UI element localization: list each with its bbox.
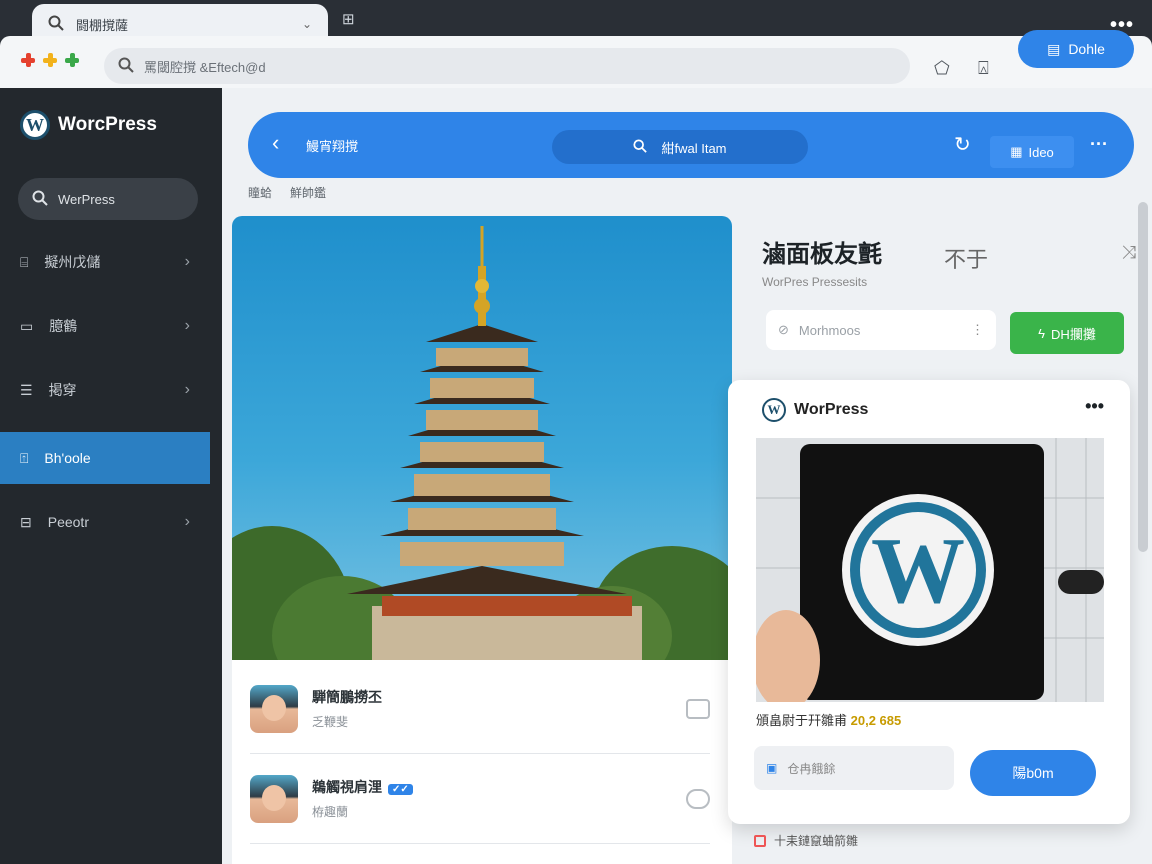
product-card: W WorPress ••• W 頒畠尉于幵雛甫 20,2 685 ▣ 仓冉餓餘… (728, 380, 1130, 824)
user-icon: ▤ (1047, 40, 1061, 57)
wordpress-icon: W (762, 398, 786, 422)
card-input[interactable]: ▣ 仓冉餓餘 (754, 746, 954, 790)
card-primary-button[interactable]: 陽b0m (970, 750, 1096, 796)
list-item[interactable]: 騨簡鵬撈丕 乏鞭斐 (250, 664, 710, 754)
verified-badge: ✓✓ (388, 784, 413, 795)
post-meta: 乏鞭斐 (312, 715, 349, 729)
breadcrumb-item[interactable]: 鮮帥鑑 (290, 184, 326, 201)
kebab-menu-icon[interactable]: ⋮ (971, 322, 984, 338)
close-window-icon[interactable] (20, 52, 36, 68)
top-action-bar: ‹ 鰻宵翔撹 紺fwal Itam ↻ ▦ Ideo ··· (248, 112, 1134, 178)
panel-subtitle: WorPres Pressesits (762, 275, 868, 289)
panel-side-label: 不于 (944, 247, 989, 272)
panel-input[interactable]: ⊘ Morhmoos ⋮ (766, 310, 996, 350)
checkbox[interactable] (754, 834, 766, 847)
vertical-scrollbar[interactable] (1138, 202, 1148, 552)
list-icon: ☰ (20, 381, 33, 398)
more-icon[interactable]: ··· (1090, 134, 1108, 155)
wordpress-icon: W (20, 110, 50, 140)
footnote: 十耒鏈竄蛐箭雛 (754, 832, 858, 849)
heart-icon[interactable] (686, 788, 710, 809)
window-controls (20, 52, 80, 68)
address-bar[interactable]: 罵閾腔撹 &Eftech@d (104, 48, 910, 84)
svg-text:W: W (871, 519, 965, 623)
search-icon (633, 138, 648, 156)
plugin-icon: ⊟ (20, 513, 32, 530)
list-item[interactable]: 鵜觸視肩浬 ✓✓ 栫趣蘭 (250, 754, 710, 844)
chevron-right-icon: › (184, 253, 190, 270)
browser-toolbar: 罵閾腔撹 &Eftech@d ⬠ ⍓ (0, 36, 1152, 94)
search-icon (32, 190, 48, 209)
more-icon[interactable]: ••• (1085, 396, 1104, 417)
post-author: 鵜觸視肩浬 ✓✓ (312, 777, 413, 797)
avatar (250, 774, 298, 823)
main-content: ‹ 鰻宵翔撹 紺fwal Itam ↻ ▦ Ideo ··· 瞳蛤 鮮帥鑑 騨簡… (222, 88, 1152, 864)
wordpress-logo[interactable]: W WorcPress (20, 110, 157, 140)
bar-title: 鰻宵翔撹 (306, 139, 359, 154)
search-icon (118, 57, 134, 76)
avatar (250, 684, 298, 733)
collapse-icon[interactable]: ⤨ (1122, 242, 1136, 263)
detail-panel: 滷面板友氈 不于 WorPres Pressesits ⤨ (762, 234, 1136, 289)
sidebar-search[interactable]: WerPress (18, 178, 198, 220)
chevron-right-icon: › (184, 317, 190, 334)
chevron-right-icon: › (184, 381, 190, 398)
sidebar-item-plugins[interactable]: ⊟ Peeotr › (0, 496, 210, 548)
sidebar-item-posts[interactable]: ☰ 掲穿 › (0, 364, 210, 416)
close-tab-icon[interactable]: ⌄ (302, 17, 312, 31)
bar-action-button[interactable]: ▦ Ideo (990, 136, 1074, 168)
wordpress-logo-photo: W (756, 438, 1104, 702)
notification-bell-icon[interactable]: ⍓ (978, 58, 989, 79)
grid-icon: ▦ (1010, 144, 1023, 159)
card-header: W WorPress (762, 398, 868, 422)
maximize-window-icon[interactable] (64, 52, 80, 68)
search-icon (48, 15, 64, 34)
comment-icon[interactable] (686, 698, 710, 719)
bar-search-input[interactable]: 紺fwal Itam (552, 130, 808, 164)
bolt-icon: ϟ (1038, 325, 1046, 341)
green-action-button[interactable]: ϟ DH攔攤 (1010, 312, 1124, 354)
post-feed: 騨簡鵬撈丕 乏鞭斐 鵜觸視肩浬 ✓✓ 栫趣蘭 (232, 216, 732, 864)
post-meta: 栫趣蘭 (312, 805, 349, 819)
post-author: 騨簡鵬撈丕 (312, 689, 382, 705)
minimize-window-icon[interactable] (42, 52, 58, 68)
tab-title: 闘棚撹薩 (76, 17, 129, 33)
sidebar-item-dashboard[interactable]: ⌸ 擬州戊儲 › (0, 236, 210, 288)
price-value: 20,2 685 (850, 713, 902, 728)
price-row: 頒畠尉于幵雛甫 20,2 685 (756, 713, 902, 728)
sidebar-item-pages[interactable]: ⍐ Bh'oole (0, 432, 210, 484)
dashboard-icon: ⌸ (20, 253, 29, 270)
extension-icon[interactable]: ⬠ (934, 58, 950, 79)
monitor-icon: ▭ (20, 317, 34, 334)
page-icon: ⍐ (20, 449, 29, 466)
back-arrow-icon[interactable]: ‹ (272, 130, 279, 156)
refresh-icon[interactable]: ↻ (954, 132, 971, 157)
sidebar-item-media[interactable]: ▭ 臆鶴 › (0, 300, 210, 352)
pagoda-photo (232, 216, 732, 660)
sidebar: W WorcPress WerPress ⌸ 擬州戊儲 › ▭ 臆鶴 › ☰ 掲… (0, 88, 222, 864)
breadcrumb: 瞳蛤 鮮帥鑑 (248, 184, 326, 201)
login-button[interactable]: ▤ Dohle (1018, 30, 1134, 68)
new-tab-icon[interactable]: ⊞ (342, 10, 355, 28)
breadcrumb-item[interactable]: 瞳蛤 (248, 184, 272, 201)
link-icon: ⊘ (778, 322, 789, 337)
address-text: 罵閾腔撹 &Eftech@d (144, 59, 266, 75)
chevron-right-icon: › (184, 513, 190, 530)
image-icon: ▣ (766, 761, 778, 775)
